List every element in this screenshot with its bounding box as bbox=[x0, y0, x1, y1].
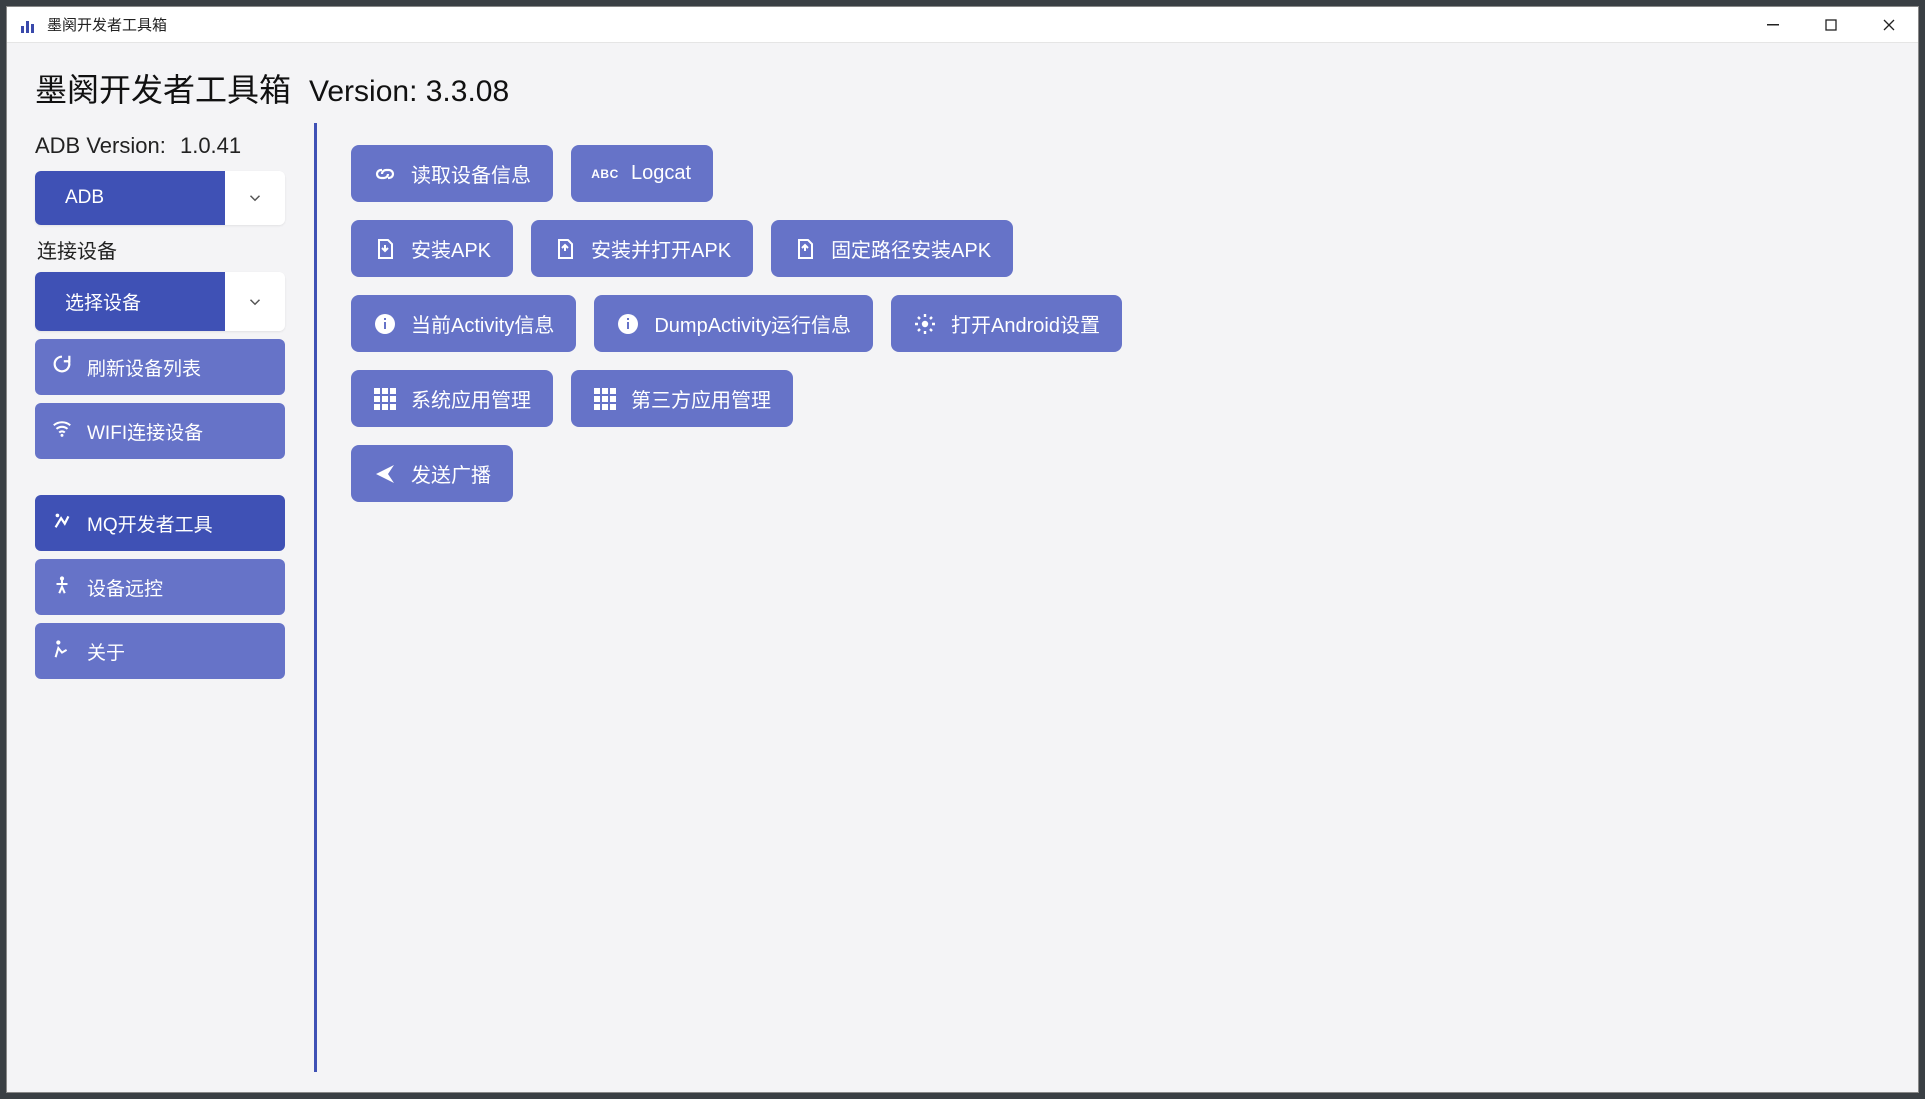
grid-icon bbox=[373, 387, 397, 411]
wifi-connect-label: WIFI连接设备 bbox=[87, 418, 203, 445]
install-apk-label: 安装APK bbox=[411, 234, 491, 263]
read-device-info-button[interactable]: 读取设备信息 bbox=[351, 145, 553, 202]
dump-activity-button[interactable]: DumpActivity运行信息 bbox=[594, 295, 873, 352]
adb-selector[interactable]: ADB bbox=[35, 171, 285, 225]
current-activity-label: 当前Activity信息 bbox=[411, 309, 554, 338]
install-fixedpath-apk-label: 固定路径安装APK bbox=[831, 234, 991, 263]
open-android-settings-label: 打开Android设置 bbox=[951, 309, 1100, 338]
tools-icon bbox=[51, 509, 73, 537]
about-label: 关于 bbox=[87, 638, 125, 665]
action-row-5: 发送广播 bbox=[351, 445, 1888, 502]
dump-activity-label: DumpActivity运行信息 bbox=[654, 309, 851, 338]
remote-control-button[interactable]: 设备远控 bbox=[35, 559, 285, 615]
logcat-label: Logcat bbox=[631, 162, 691, 185]
install-path-icon bbox=[793, 237, 817, 261]
app-title: 墨阕开发者工具箱 bbox=[35, 65, 291, 111]
adb-version-value: 1.0.41 bbox=[180, 133, 241, 158]
action-row-4: 系统应用管理 第三方应用管理 bbox=[351, 370, 1888, 427]
window-controls bbox=[1744, 7, 1918, 43]
system-apps-button[interactable]: 系统应用管理 bbox=[351, 370, 553, 427]
maximize-button[interactable] bbox=[1802, 7, 1860, 43]
system-apps-label: 系统应用管理 bbox=[411, 384, 531, 413]
adb-version-row: ADB Version: 1.0.41 bbox=[35, 133, 294, 159]
minimize-button[interactable] bbox=[1744, 7, 1802, 43]
window-title: 墨阕开发者工具箱 bbox=[47, 14, 167, 35]
refresh-icon bbox=[51, 353, 73, 381]
app-version: Version: 3.3.08 bbox=[309, 75, 509, 109]
thirdparty-apps-button[interactable]: 第三方应用管理 bbox=[571, 370, 793, 427]
install-icon bbox=[373, 237, 397, 261]
about-button[interactable]: 关于 bbox=[35, 623, 285, 679]
device-section-label: 连接设备 bbox=[37, 235, 294, 264]
remote-control-label: 设备远控 bbox=[87, 574, 163, 601]
install-open-icon bbox=[553, 237, 577, 261]
wifi-connect-button[interactable]: WIFI连接设备 bbox=[35, 403, 285, 459]
gear-icon bbox=[913, 312, 937, 336]
refresh-devices-button[interactable]: 刷新设备列表 bbox=[35, 339, 285, 395]
current-activity-button[interactable]: 当前Activity信息 bbox=[351, 295, 576, 352]
link-icon bbox=[373, 162, 397, 186]
header: 墨阕开发者工具箱 Version: 3.3.08 bbox=[7, 43, 1918, 123]
device-selector-label: 选择设备 bbox=[65, 288, 141, 315]
thirdparty-apps-label: 第三方应用管理 bbox=[631, 384, 771, 413]
adb-selector-main[interactable]: ADB bbox=[35, 171, 225, 225]
open-android-settings-button[interactable]: 打开Android设置 bbox=[891, 295, 1122, 352]
adb-selector-label: ADB bbox=[65, 187, 104, 209]
action-row-3: 当前Activity信息 DumpActivity运行信息 打开Android设… bbox=[351, 295, 1888, 352]
refresh-devices-label: 刷新设备列表 bbox=[87, 354, 201, 381]
read-device-info-label: 读取设备信息 bbox=[411, 159, 531, 188]
logcat-button[interactable]: ABC Logcat bbox=[571, 145, 713, 202]
install-fixedpath-apk-button[interactable]: 固定路径安装APK bbox=[771, 220, 1013, 277]
main-panel: 读取设备信息 ABC Logcat 安装APK 安装并打开APK bbox=[317, 123, 1918, 1072]
grid-icon bbox=[593, 387, 617, 411]
abc-icon: ABC bbox=[593, 162, 617, 186]
mq-tools-button[interactable]: MQ开发者工具 bbox=[35, 495, 285, 551]
device-selector-main[interactable]: 选择设备 bbox=[35, 272, 225, 331]
chevron-down-icon bbox=[246, 293, 264, 311]
device-selector-chevron[interactable] bbox=[225, 272, 285, 331]
send-icon bbox=[373, 462, 397, 486]
about-icon bbox=[51, 637, 73, 665]
adb-version-label: ADB Version: bbox=[35, 133, 166, 158]
info-icon bbox=[373, 312, 397, 336]
sidebar: ADB Version: 1.0.41 ADB 连接设备 选择设备 bbox=[35, 123, 317, 1072]
titlebar: 墨阕开发者工具箱 bbox=[7, 7, 1918, 43]
body: ADB Version: 1.0.41 ADB 连接设备 选择设备 bbox=[7, 123, 1918, 1092]
info-icon bbox=[616, 312, 640, 336]
mq-tools-label: MQ开发者工具 bbox=[87, 510, 213, 537]
install-open-apk-button[interactable]: 安装并打开APK bbox=[531, 220, 753, 277]
remote-icon bbox=[51, 573, 73, 601]
chevron-down-icon bbox=[246, 189, 264, 207]
send-broadcast-label: 发送广播 bbox=[411, 459, 491, 488]
action-row-2: 安装APK 安装并打开APK 固定路径安装APK bbox=[351, 220, 1888, 277]
app-icon bbox=[21, 17, 37, 33]
send-broadcast-button[interactable]: 发送广播 bbox=[351, 445, 513, 502]
install-apk-button[interactable]: 安装APK bbox=[351, 220, 513, 277]
device-selector[interactable]: 选择设备 bbox=[35, 272, 285, 331]
install-open-apk-label: 安装并打开APK bbox=[591, 234, 731, 263]
close-button[interactable] bbox=[1860, 7, 1918, 43]
wifi-icon bbox=[51, 417, 73, 445]
adb-selector-chevron[interactable] bbox=[225, 171, 285, 225]
action-row-1: 读取设备信息 ABC Logcat bbox=[351, 145, 1888, 202]
app-window: 墨阕开发者工具箱 墨阕开发者工具箱 Version: 3.3.08 ADB Ve… bbox=[6, 6, 1919, 1093]
